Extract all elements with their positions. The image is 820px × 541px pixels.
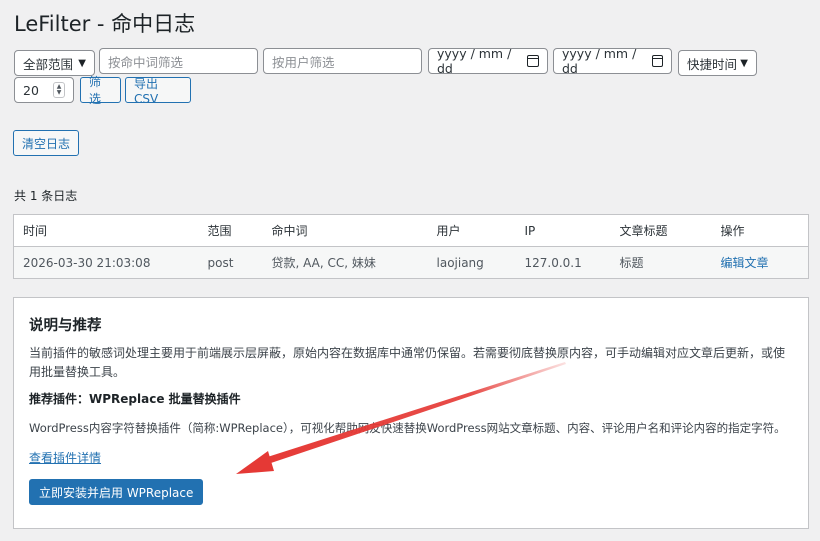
- cell-scope: post: [198, 246, 263, 279]
- scope-select-value: 全部范围: [23, 56, 74, 72]
- recommended-plugin-label: 推荐插件：WPReplace 批量替换插件: [29, 392, 241, 406]
- date-to-input[interactable]: yyyy / mm / dd: [553, 46, 672, 76]
- cell-user: laojiang: [427, 246, 516, 279]
- user-filter-placeholder: 按用户筛选: [272, 54, 335, 70]
- table-header-row: 时间 范围 命中词 用户 IP 文章标题 操作: [13, 214, 809, 247]
- calendar-icon[interactable]: [527, 55, 539, 67]
- keyword-filter-input[interactable]: 按命中词筛选: [99, 48, 258, 74]
- log-count: 共 1 条日志: [14, 189, 78, 203]
- export-csv-button[interactable]: 导出 CSV: [125, 77, 191, 106]
- install-plugin-button[interactable]: 立即安装并启用 WPReplace: [29, 479, 204, 505]
- cell-post-title: 标题: [610, 246, 712, 279]
- plugin-description: WordPress内容字符替换插件（简称:WPReplace），可视化帮助网友快…: [29, 421, 786, 435]
- filter-button[interactable]: 筛选: [80, 75, 121, 106]
- clear-logs-button[interactable]: 清空日志: [13, 130, 79, 156]
- log-table: 时间 范围 命中词 用户 IP 文章标题 操作 2026-03-30 21:03…: [13, 214, 809, 279]
- keyword-filter-placeholder: 按命中词筛选: [108, 54, 184, 70]
- info-panel-description: 当前插件的敏感词处理主要用于前端展示层屏蔽，原始内容在数据库中通常仍保留。若需要…: [29, 346, 786, 379]
- edit-post-link[interactable]: 编辑文章: [721, 256, 769, 270]
- quick-time-select[interactable]: 快捷时间 ▼: [678, 50, 757, 76]
- spinner-icon[interactable]: ▲ ▼: [53, 82, 65, 98]
- column-header-action: 操作: [711, 214, 809, 247]
- info-panel: 说明与推荐 当前插件的敏感词处理主要用于前端展示层屏蔽，原始内容在数据库中通常仍…: [13, 297, 809, 529]
- quick-time-value: 快捷时间: [687, 56, 738, 72]
- cell-words: 贷款, AA, CC, 妹妹: [262, 246, 428, 279]
- cell-ip: 127.0.0.1: [515, 246, 611, 279]
- calendar-icon[interactable]: [651, 55, 663, 67]
- info-panel-heading: 说明与推荐: [29, 318, 102, 334]
- page-title: LeFilter - 命中日志: [14, 12, 196, 36]
- chevron-down-icon: ▼: [740, 57, 748, 69]
- date-from-input[interactable]: yyyy / mm / dd: [428, 46, 548, 76]
- column-header-post-title: 文章标题: [610, 214, 712, 247]
- date-to-placeholder: yyyy / mm / dd: [562, 46, 637, 76]
- column-header-user: 用户: [427, 214, 516, 247]
- column-header-time: 时间: [13, 214, 199, 247]
- plugin-details-link[interactable]: 查看插件详情: [29, 449, 101, 466]
- column-header-words: 命中词: [262, 214, 428, 247]
- chevron-down-icon: ▼: [78, 57, 86, 69]
- per-page-value: 20: [23, 82, 39, 98]
- cell-time: 2026-03-30 21:03:08: [13, 246, 199, 279]
- scope-select[interactable]: 全部范围 ▼: [14, 50, 95, 76]
- column-header-ip: IP: [515, 214, 611, 247]
- date-from-placeholder: yyyy / mm / dd: [437, 46, 512, 76]
- per-page-number-input[interactable]: 20 ▲ ▼: [14, 77, 74, 103]
- table-row: 2026-03-30 21:03:08 post 贷款, AA, CC, 妹妹 …: [13, 246, 809, 279]
- column-header-scope: 范围: [198, 214, 263, 247]
- user-filter-input[interactable]: 按用户筛选: [263, 48, 422, 74]
- cell-action: 编辑文章: [711, 246, 809, 279]
